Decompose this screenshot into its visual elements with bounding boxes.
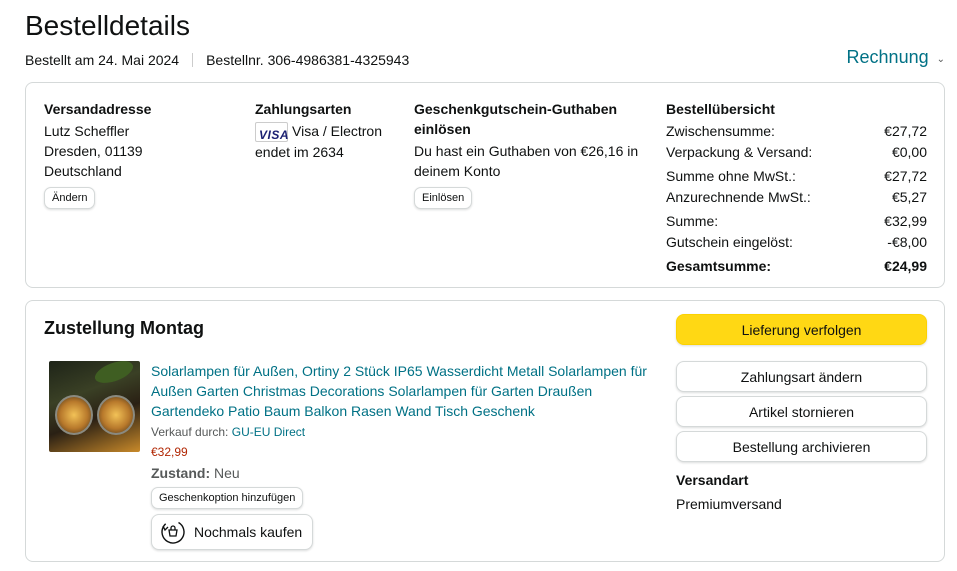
change-payment-button[interactable]: Zahlungsart ändern xyxy=(676,361,927,392)
product-title-link[interactable]: Solarlampen für Außen, Ortiny 2 Stück IP… xyxy=(151,361,651,421)
invoice-dropdown[interactable]: Rechnung ⌄ xyxy=(847,47,945,68)
address-name: Lutz Scheffler xyxy=(44,123,130,139)
shipping-address-heading: Versandadresse xyxy=(44,101,152,117)
buy-again-icon xyxy=(161,520,185,544)
summary-row: Summe ohne MwSt.: €27,72 xyxy=(666,168,927,184)
order-summary-section: Bestellübersicht Zwischensumme: €27,72 Ve… xyxy=(666,99,927,277)
meta-divider xyxy=(192,53,194,67)
change-address-button[interactable]: Ändern xyxy=(44,187,96,209)
order-date: Bestellt am 24. Mai 2024 xyxy=(25,52,180,68)
summary-row: Gutschein eingelöst: -€8,00 xyxy=(666,234,927,250)
shipping-method-value: Premiumversand xyxy=(676,496,782,512)
order-details-box: Versandadresse Lutz Scheffler Dresden, 0… xyxy=(25,82,945,288)
product-image[interactable] xyxy=(49,361,140,452)
seller-link[interactable]: GU-EU Direct xyxy=(232,425,305,439)
order-number: Bestellnr. 306-4986381-4325943 xyxy=(206,52,410,68)
archive-order-button[interactable]: Bestellung archivieren xyxy=(676,431,927,462)
address-country: Deutschland xyxy=(44,163,122,179)
order-actions: Lieferung verfolgen Zahlungsart ändern A… xyxy=(676,314,927,514)
chevron-down-icon: ⌄ xyxy=(936,53,945,65)
summary-total-row: Gesamtsumme: €24,99 xyxy=(666,258,927,274)
card-type: Visa / Electron xyxy=(292,123,383,139)
gift-card-heading: Geschenkgutschein-Guthaben einlösen xyxy=(414,101,618,137)
seller-line: Verkauf durch: GU-EU Direct xyxy=(151,425,306,439)
product-info: Solarlampen für Außen, Ortiny 2 Stück IP… xyxy=(151,361,651,550)
gift-card-balance: Du hast ein Guthaben von €26,16 in deine… xyxy=(414,143,639,179)
buy-again-label: Nochmals kaufen xyxy=(194,524,303,540)
payment-section: Zahlungsarten VISA Visa / Electron endet … xyxy=(255,99,382,162)
product-condition: Zustand: Neu xyxy=(151,465,240,481)
product-price: €32,99 xyxy=(151,445,188,459)
invoice-label: Rechnung xyxy=(846,47,929,67)
payment-heading: Zahlungsarten xyxy=(255,101,352,117)
order-meta: Bestellt am 24. Mai 2024 Bestellnr. 306-… xyxy=(25,52,409,68)
delivery-box: Zustellung Montag Solarlampen für Außen,… xyxy=(25,300,945,562)
card-ending: endet im 2634 xyxy=(255,144,344,161)
page-title: Bestelldetails xyxy=(25,10,190,41)
add-gift-option-button[interactable]: Geschenkoption hinzufügen xyxy=(151,487,304,509)
cancel-items-button[interactable]: Artikel stornieren xyxy=(676,396,927,427)
order-summary-heading: Bestellübersicht xyxy=(666,101,775,117)
delivery-title: Zustellung Montag xyxy=(44,318,204,338)
summary-row: Summe: €32,99 xyxy=(666,213,927,229)
shipping-method-label: Versandart xyxy=(676,472,749,488)
summary-row: Anzurechnende MwSt.: €5,27 xyxy=(666,189,927,205)
shipping-address-section: Versandadresse Lutz Scheffler Dresden, 0… xyxy=(44,99,151,209)
visa-card-icon: VISA xyxy=(255,122,289,143)
track-package-button[interactable]: Lieferung verfolgen xyxy=(676,314,927,345)
summary-row: Verpackung & Versand: €0,00 xyxy=(666,144,927,160)
gift-card-section: Geschenkgutschein-Guthaben einlösen Du h… xyxy=(414,99,654,209)
buy-again-button[interactable]: Nochmals kaufen xyxy=(151,514,314,550)
redeem-button[interactable]: Einlösen xyxy=(414,187,473,209)
summary-row: Zwischensumme: €27,72 xyxy=(666,123,927,139)
address-city: Dresden, 01139 xyxy=(44,143,143,159)
